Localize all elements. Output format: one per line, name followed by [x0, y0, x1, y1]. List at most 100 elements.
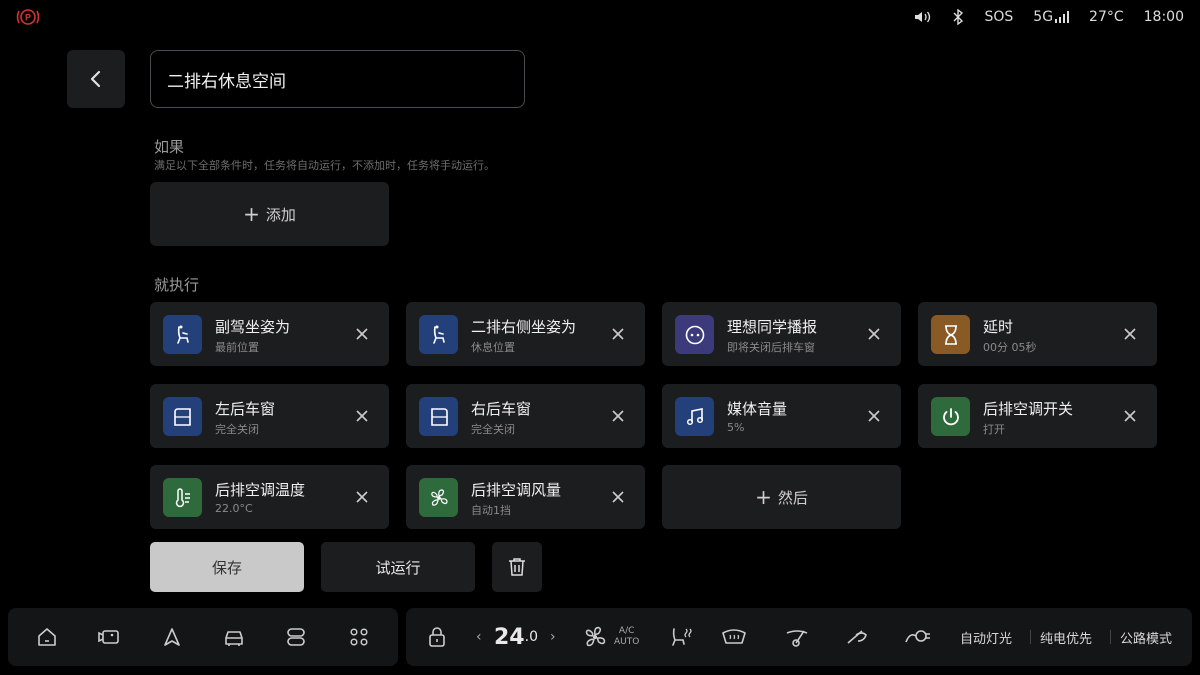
wiper-icon[interactable] — [782, 623, 810, 651]
action-value: 5% — [727, 421, 745, 434]
action-title: 后排空调开关 — [983, 400, 1074, 418]
status-bar: P SOS 5G 27°C 18:00 — [0, 0, 1200, 34]
auto-label: AUTO — [614, 637, 640, 647]
chevron-left-icon — [90, 70, 101, 88]
action-card[interactable]: 后排空调风量 自动1挡 — [406, 465, 645, 529]
plus-icon: + — [755, 485, 772, 509]
close-icon[interactable] — [865, 325, 883, 343]
divider — [1030, 630, 1031, 644]
dock-climate: ‹ 24.0 › A/C AUTO 自动灯光 纯电优先 公路模式 — [406, 608, 1192, 666]
thermometer-icon — [163, 478, 202, 517]
close-icon[interactable] — [353, 488, 371, 506]
charge-port-icon[interactable] — [902, 623, 932, 651]
car-icon[interactable] — [220, 623, 248, 651]
home-icon[interactable] — [33, 623, 61, 651]
temp-increase-button[interactable]: › — [550, 623, 556, 651]
plus-icon: + — [243, 202, 260, 226]
apps-grid-icon[interactable] — [345, 623, 373, 651]
close-icon[interactable] — [865, 407, 883, 425]
condition-hint: 满足以下全部条件时，任务将自动运行，不添加时，任务将手动运行。 — [154, 159, 495, 172]
fan-icon — [419, 478, 458, 517]
dock-navigation — [8, 608, 398, 666]
power-icon — [931, 397, 970, 436]
divider — [1110, 630, 1111, 644]
action-title: 延时 — [983, 318, 1014, 336]
close-icon[interactable] — [609, 488, 627, 506]
seat-icon — [163, 315, 202, 354]
add-then-button[interactable]: + 然后 — [662, 465, 901, 529]
close-icon[interactable] — [353, 325, 371, 343]
add-condition-button[interactable]: + 添加 — [150, 182, 389, 246]
ev-priority-button[interactable]: 纯电优先 — [1040, 623, 1092, 651]
action-title: 右后车窗 — [471, 400, 532, 418]
action-card[interactable]: 二排右侧坐姿为 休息位置 — [406, 302, 645, 366]
music-note-icon — [675, 397, 714, 436]
action-card[interactable]: 副驾坐姿为 最前位置 — [150, 302, 389, 366]
sos-label[interactable]: SOS — [984, 9, 1013, 25]
close-icon[interactable] — [609, 407, 627, 425]
action-card[interactable]: 后排空调温度 22.0°C — [150, 465, 389, 529]
save-button[interactable]: 保存 — [150, 542, 304, 592]
action-value: 完全关闭 — [471, 423, 515, 436]
lock-icon[interactable] — [426, 623, 448, 651]
road-mode-button[interactable]: 公路模式 — [1120, 623, 1172, 651]
window-right-icon — [419, 397, 458, 436]
camera-icon[interactable] — [95, 623, 123, 651]
trash-icon — [509, 558, 525, 576]
bluetooth-icon[interactable] — [952, 9, 964, 25]
outside-temperature: 27°C — [1089, 9, 1124, 25]
close-icon[interactable] — [1121, 325, 1139, 343]
action-title: 媒体音量 — [727, 400, 788, 418]
ac-label: A/C — [618, 626, 635, 636]
mirror-icon[interactable] — [842, 623, 870, 651]
actions-label: 就执行 — [154, 276, 200, 294]
action-value: 打开 — [983, 423, 1005, 436]
action-value: 最前位置 — [215, 341, 259, 354]
front-defrost-icon[interactable] — [720, 623, 748, 651]
close-icon[interactable] — [609, 325, 627, 343]
action-title: 理想同学播报 — [727, 318, 818, 336]
action-value: 自动1挡 — [471, 504, 511, 517]
action-card[interactable]: 媒体音量 5% — [662, 384, 901, 448]
toggles-icon[interactable] — [282, 623, 310, 651]
action-title: 后排空调风量 — [471, 481, 562, 499]
temp-decimal: .0 — [524, 629, 538, 645]
navigation-icon[interactable] — [158, 623, 186, 651]
action-card[interactable]: 理想同学播报 即将关闭后排车窗 — [662, 302, 901, 366]
test-run-button[interactable]: 试运行 — [321, 542, 475, 592]
delete-button[interactable] — [492, 542, 542, 592]
action-value: 完全关闭 — [215, 423, 259, 436]
close-icon[interactable] — [1121, 407, 1139, 425]
fan-icon[interactable] — [582, 623, 608, 651]
svg-text:P: P — [25, 13, 31, 23]
action-title: 左后车窗 — [215, 400, 276, 418]
climate-temperature[interactable]: 24.0 — [494, 623, 538, 651]
action-card[interactable]: 延时 00分 05秒 — [918, 302, 1157, 366]
action-title: 二排右侧坐姿为 — [471, 318, 577, 336]
task-name-input[interactable]: 二排右休息空间 — [150, 50, 525, 108]
action-card[interactable]: 左后车窗 完全关闭 — [150, 384, 389, 448]
action-value: 22.0°C — [215, 502, 253, 515]
temp-whole: 24 — [494, 624, 525, 650]
volume-icon[interactable] — [914, 10, 932, 24]
add-then-label: 然后 — [777, 488, 808, 507]
ac-auto-button[interactable]: A/C AUTO — [614, 623, 639, 651]
back-button[interactable] — [67, 50, 125, 108]
action-card[interactable]: 后排空调开关 打开 — [918, 384, 1157, 448]
clock: 18:00 — [1143, 9, 1184, 25]
parking-brake-icon: P — [16, 8, 40, 26]
seat-icon — [419, 315, 458, 354]
network-indicator: 5G — [1033, 9, 1070, 25]
action-value: 00分 05秒 — [983, 341, 1037, 354]
action-value: 即将关闭后排车窗 — [727, 341, 815, 354]
add-condition-label: 添加 — [265, 205, 296, 224]
action-title: 后排空调温度 — [215, 481, 306, 499]
condition-label: 如果 — [154, 138, 185, 156]
close-icon[interactable] — [353, 407, 371, 425]
action-card[interactable]: 右后车窗 完全关闭 — [406, 384, 645, 448]
network-label: 5G — [1033, 9, 1054, 25]
action-title: 副驾坐姿为 — [215, 318, 291, 336]
temp-decrease-button[interactable]: ‹ — [476, 623, 482, 651]
auto-light-button[interactable]: 自动灯光 — [960, 623, 1012, 651]
seat-heat-icon[interactable] — [668, 623, 694, 651]
